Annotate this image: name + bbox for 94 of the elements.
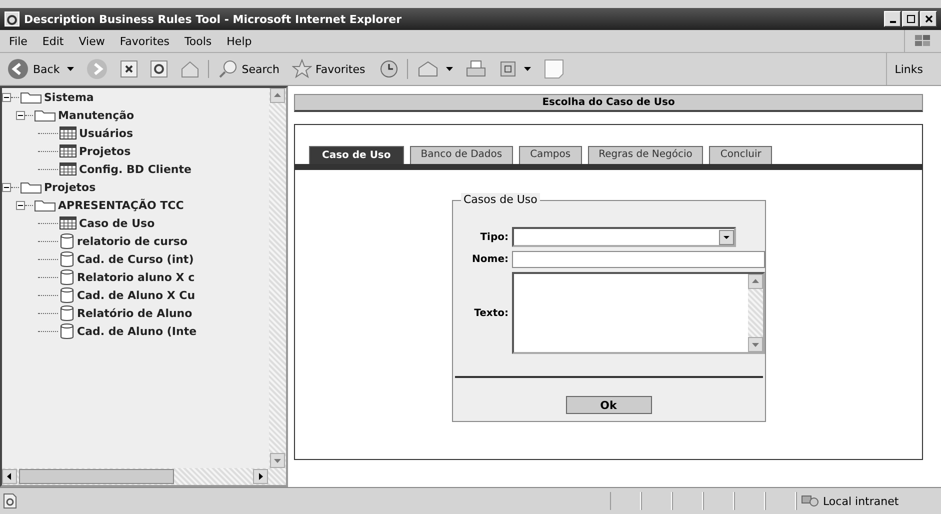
vertical-scrollbar[interactable] [269, 88, 286, 468]
scroll-left-icon [2, 469, 17, 484]
database-icon [59, 304, 75, 322]
menu-item[interactable]: Tools [182, 34, 224, 48]
caret-icon [524, 67, 532, 71]
scroll-down-icon [270, 453, 285, 468]
database-icon [59, 286, 75, 304]
horizontal-scrollbar[interactable] [2, 468, 286, 485]
collapse-toggle[interactable] [16, 110, 25, 120]
status-pane [765, 492, 796, 510]
status-pane [703, 492, 734, 510]
field-label: Texto: [473, 308, 510, 318]
database-icon [59, 250, 75, 268]
maximize-icon [906, 14, 916, 24]
tree-item[interactable]: Sistema [44, 90, 94, 104]
tree-item[interactable]: Cad. de Aluno (Inte [77, 324, 197, 338]
table-icon [59, 126, 77, 140]
edit-icon [499, 60, 518, 78]
menu-item[interactable]: Favorites [116, 34, 182, 48]
tree-item[interactable]: APRESENTAÇÃO TCC [58, 198, 184, 212]
tree-item[interactable]: Manutenção [58, 108, 134, 122]
search-icon [218, 59, 238, 79]
menu-item[interactable]: File [6, 34, 40, 48]
minimize-button[interactable] [884, 11, 901, 27]
status-pane [641, 492, 672, 510]
minimize-icon [890, 21, 896, 23]
menu-item[interactable]: Help [224, 34, 264, 48]
collapse-toggle[interactable] [2, 182, 11, 192]
table-icon [59, 144, 77, 158]
tab[interactable]: Caso de Uso [309, 146, 404, 164]
network-icon [801, 494, 819, 508]
scroll-down-icon [748, 337, 762, 352]
links-button[interactable]: Links [886, 53, 941, 85]
tree-item[interactable]: Usuários [79, 126, 134, 140]
status-pane [672, 492, 703, 510]
caret-icon [66, 67, 74, 71]
scroll-thumb[interactable] [19, 469, 174, 484]
status-pane [734, 492, 765, 510]
tree-item[interactable]: relatorio de curso [77, 234, 188, 248]
close-icon [924, 14, 934, 24]
database-icon [59, 232, 75, 250]
maximize-button[interactable] [902, 11, 919, 27]
group-title: Casos de Uso [460, 193, 540, 206]
window-title: Description Business Rules Tool - Microsoft Internet Explorer [24, 12, 403, 26]
database-icon [59, 322, 75, 340]
ok-button[interactable]: Ok [566, 396, 652, 414]
tab[interactable]: Banco de Dados [410, 146, 514, 164]
database-icon [59, 268, 75, 286]
menu-item[interactable]: Edit [39, 34, 76, 48]
tree-item[interactable]: Caso de Uso [79, 216, 155, 230]
tree-item[interactable]: Relatório de Aluno [77, 306, 192, 320]
tree-item[interactable]: Cad. de Curso (int) [77, 252, 194, 266]
page-icon [2, 493, 18, 509]
star-icon [292, 59, 312, 79]
zone-label: Local intranet [823, 494, 899, 508]
field-label: Tipo: [479, 232, 510, 242]
collapse-toggle[interactable] [2, 92, 11, 102]
search-button[interactable]: Search [214, 59, 283, 79]
printer-icon [465, 59, 488, 79]
tab[interactable]: Campos [519, 146, 582, 164]
text-area[interactable] [512, 272, 764, 354]
table-icon [59, 216, 77, 230]
folder-icon [34, 108, 56, 122]
field-label: Nome: [471, 254, 510, 265]
folder-icon [34, 198, 56, 212]
folder-icon [20, 90, 42, 104]
scroll-up-icon [270, 88, 285, 103]
close-button[interactable] [920, 11, 937, 27]
caret-icon [446, 67, 454, 71]
tab[interactable]: Concluir [709, 146, 772, 164]
tree-item[interactable]: Cad. de Aluno X Cu [77, 288, 196, 302]
type-dropdown[interactable] [512, 227, 736, 247]
name-input[interactable] [512, 251, 764, 268]
scroll-up-icon [748, 274, 762, 289]
tree-item[interactable]: Projetos [79, 144, 131, 158]
table-icon [59, 162, 77, 176]
browser-icon [4, 11, 20, 27]
scroll-right-icon [253, 469, 268, 484]
tab[interactable]: Regras de Negócio [588, 146, 704, 164]
windows-logo-icon [913, 33, 933, 49]
note-icon [543, 58, 566, 80]
status-pane [610, 492, 641, 510]
folder-icon [20, 180, 42, 194]
tree-item[interactable]: Config. BD Cliente [79, 162, 192, 176]
back-button[interactable]: Back [4, 58, 77, 80]
refresh-icon [150, 60, 168, 78]
home-icon [180, 60, 200, 78]
page-heading: Escolha do Caso de Uso [294, 94, 923, 112]
tree-item[interactable]: Projetos [44, 180, 96, 194]
favorites-button[interactable]: Favorites [288, 59, 368, 79]
menu-item[interactable]: View [76, 34, 117, 48]
tree-item[interactable]: Relatorio aluno X c [77, 270, 195, 284]
collapse-toggle[interactable] [16, 200, 25, 210]
stop-icon [120, 60, 138, 78]
